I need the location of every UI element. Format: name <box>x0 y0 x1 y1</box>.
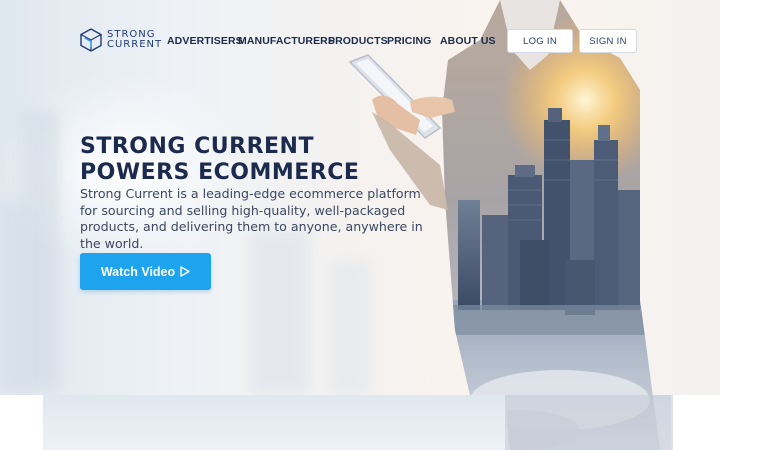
brand-logo[interactable]: STRONG CURRENT <box>80 28 162 52</box>
nav-item-about-us[interactable]: ABOUT US <box>440 35 496 47</box>
hero-description: Strong Current is a leading-edge ecommer… <box>80 186 423 251</box>
nav-item-manufacturers[interactable]: MANUFACTURERS <box>238 35 335 47</box>
nav-item-products[interactable]: PRODUCTS <box>328 35 388 47</box>
signin-button[interactable]: SIGN IN <box>579 29 637 53</box>
login-button[interactable]: LOG IN <box>507 29 573 53</box>
nav-item-pricing[interactable]: PRICING <box>387 35 431 47</box>
play-triangle-icon <box>180 266 190 277</box>
brand-line2: CURRENT <box>107 39 163 50</box>
watch-video-button[interactable]: Watch Video <box>80 253 211 290</box>
watch-video-label: Watch Video <box>100 264 176 279</box>
nav-item-advertisers[interactable]: ADVERTISERS <box>167 35 243 47</box>
landing-page: STRONG CURRENT ADVERTISERS MANUFACTURERS… <box>0 0 774 450</box>
brand-wordmark: STRONG CURRENT <box>107 30 162 50</box>
hero-headline-line1: STRONG CURRENT <box>80 134 314 159</box>
hero-headline: STRONG CURRENT POWERS ECOMMERCE <box>80 134 359 186</box>
cube-logo-icon <box>80 28 102 52</box>
hero-headline-line2: POWERS ECOMMERCE <box>80 160 360 185</box>
